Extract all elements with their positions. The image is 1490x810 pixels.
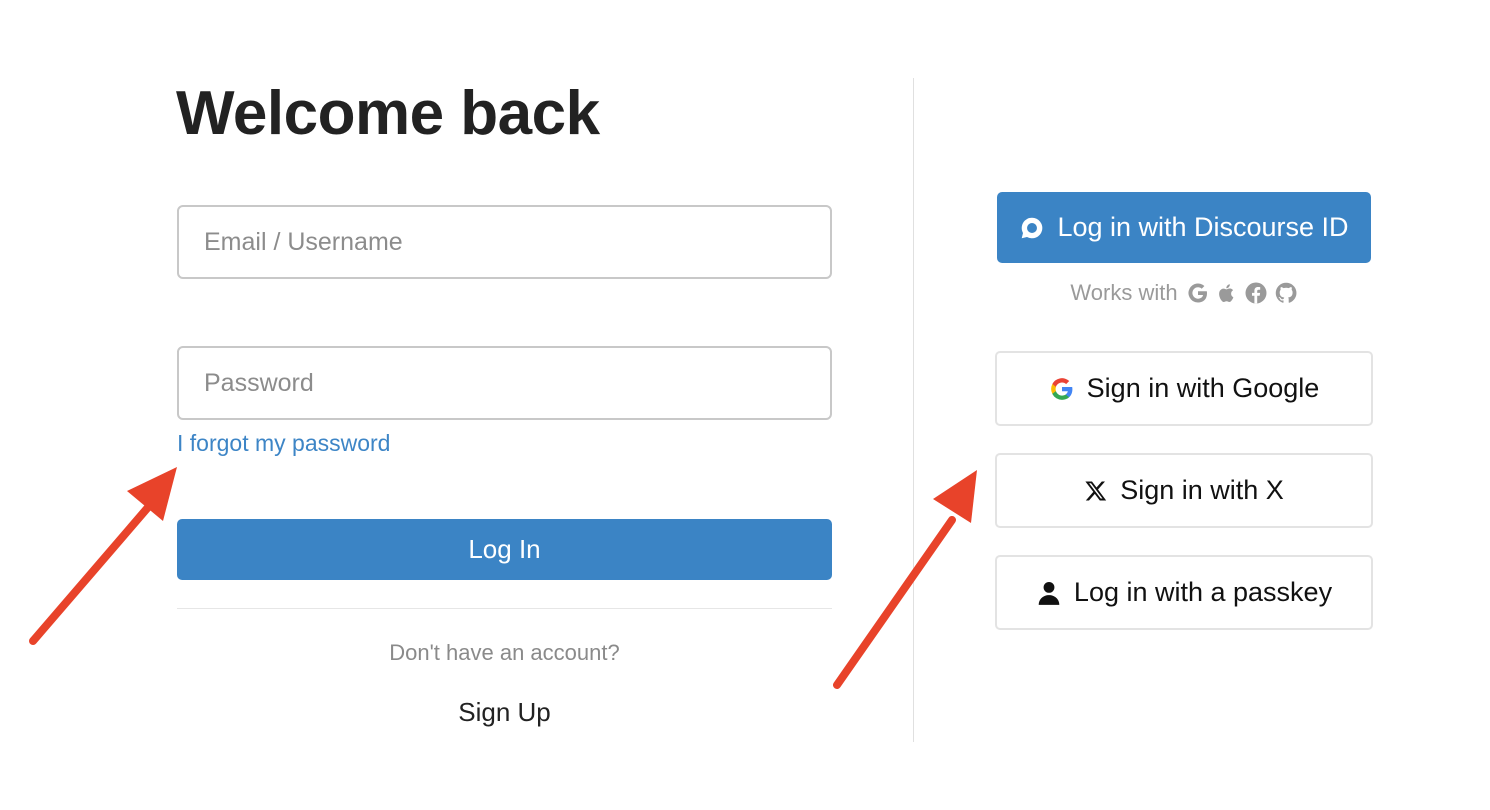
google-icon [1186,281,1210,305]
google-signin-label: Sign in with Google [1086,373,1320,403]
passkey-login-button[interactable]: Log in with a passkey [995,555,1373,630]
email-input[interactable] [177,205,832,279]
signup-link[interactable]: Sign Up [177,697,832,728]
page-title: Welcome back [176,79,600,148]
x-signin-button[interactable]: Sign in with X [995,453,1373,528]
discourse-icon [1019,215,1045,241]
passkey-login-label: Log in with a passkey [1073,577,1333,607]
divider [177,608,832,609]
forgot-password-link[interactable]: I forgot my password [177,430,390,457]
no-account-text: Don't have an account? [389,640,620,665]
annotation-arrow-left [29,467,177,645]
discourse-id-label: Log in with Discourse ID [1057,212,1349,242]
apple-icon [1216,281,1238,305]
google-logo-icon [1049,376,1075,402]
github-icon [1274,281,1298,305]
facebook-icon [1244,281,1268,305]
x-signin-label: Sign in with X [1120,475,1284,505]
password-input[interactable] [177,346,832,420]
login-button[interactable]: Log In [177,519,832,580]
works-with-row: Works with [997,280,1371,306]
user-icon [1036,580,1062,606]
google-signin-button[interactable]: Sign in with Google [995,351,1373,426]
discourse-id-button[interactable]: Log in with Discourse ID [997,192,1371,263]
x-logo-icon [1084,479,1108,503]
works-with-label: Works with [1070,280,1178,305]
annotation-arrow-right [833,470,977,689]
vertical-separator [913,78,914,742]
